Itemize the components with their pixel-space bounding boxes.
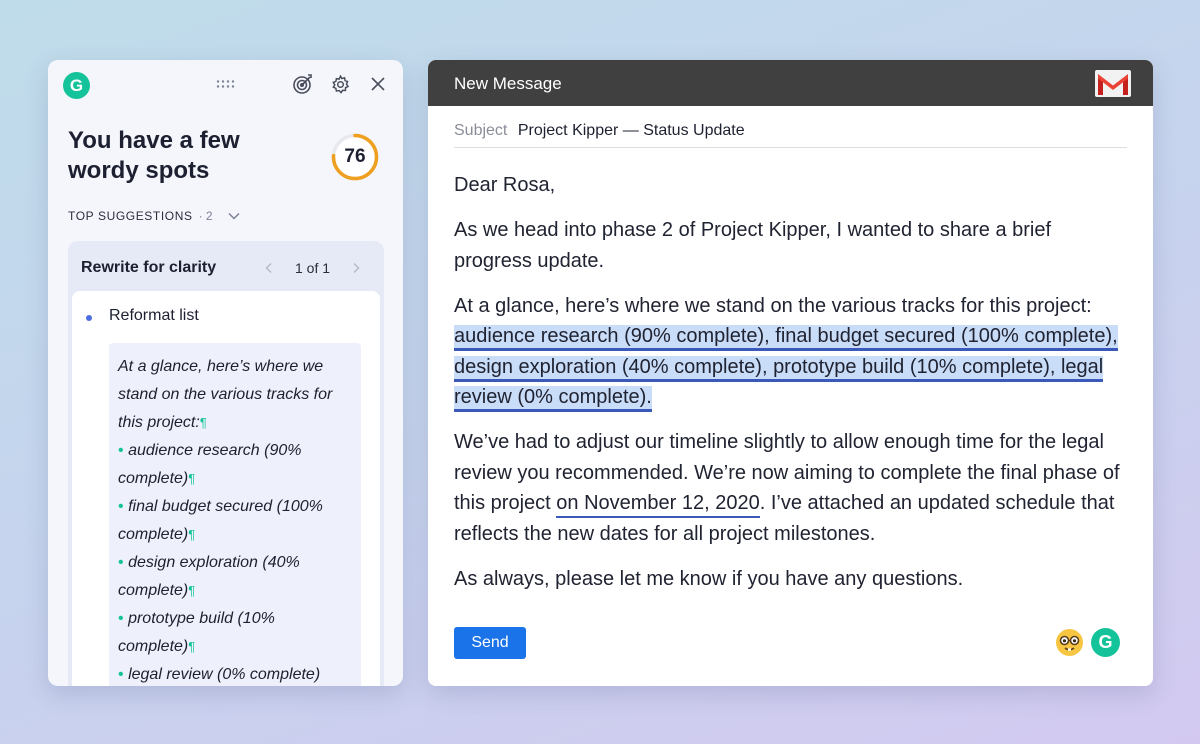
body-paragraph-4: As always, please let me know if you hav… (454, 567, 964, 590)
goals-target-icon[interactable] (291, 72, 315, 96)
preview-item: prototype build (10% complete) (118, 610, 275, 655)
compose-title: New Message (454, 74, 562, 93)
drag-handle-icon[interactable] (216, 79, 236, 89)
list-bullet: • (118, 554, 124, 571)
suggestion-detail: Reformat list At a glance, here’s where … (72, 291, 380, 686)
message-body[interactable]: Dear Rosa, As we head into phase 2 of Pr… (454, 170, 1134, 609)
pilcrow-mark: ¶ (188, 639, 196, 654)
list-bullet: • (118, 610, 124, 627)
subject-divider (454, 147, 1127, 148)
subject-field[interactable]: Subject Project Kipper — Status Update (454, 122, 745, 140)
suggestion-pager: 1 of 1 (263, 259, 362, 277)
overall-score: 76 (344, 146, 366, 167)
close-icon[interactable] (370, 76, 386, 92)
list-bullet: • (118, 666, 124, 683)
gear-icon[interactable] (330, 74, 351, 95)
preview-item: design exploration (40% complete) (118, 554, 300, 599)
chevron-down-icon[interactable] (227, 209, 241, 223)
pilcrow-mark: ¶ (188, 583, 196, 598)
subject-value: Project Kipper — Status Update (517, 122, 745, 139)
pilcrow-mark: ¶ (199, 415, 207, 430)
rewrite-preview[interactable]: At a glance, here’s where we stand on th… (109, 343, 361, 686)
preview-item: final budget secured (100% complete) (118, 498, 323, 543)
reformat-list-label: Reformat list (109, 307, 199, 324)
grammarly-logo-icon[interactable]: G (1091, 628, 1120, 657)
suggestions-count: · 2 (198, 209, 213, 223)
gmail-logo-icon (1095, 70, 1131, 97)
bullet-dot (86, 315, 92, 321)
underlined-date-text[interactable]: on November 12, 2020 (556, 492, 760, 518)
body-paragraph-2: At a glance, here’s where we stand on th… (454, 291, 1134, 413)
subject-label: Subject (454, 122, 508, 139)
grammarly-panel: G You have a few wordy spots 76 TOP SUGG… (48, 60, 403, 686)
send-button[interactable]: Send (454, 627, 526, 659)
preview-item: audience research (90% complete) (118, 442, 302, 487)
pilcrow-mark: ¶ (188, 527, 196, 542)
suggestion-card[interactable]: Rewrite for clarity 1 of 1 Reformat list… (68, 241, 384, 686)
pager-text: 1 of 1 (295, 260, 331, 276)
body-paragraph-3: We’ve had to adjust our timeline slightl… (454, 427, 1134, 549)
suggestion-card-title: Rewrite for clarity (81, 259, 217, 276)
panel-headline: You have a few wordy spots (68, 127, 240, 184)
top-suggestions-label: TOP SUGGESTIONS (68, 209, 193, 223)
compose-window: New Message Subject Project Kipper — Sta… (428, 60, 1153, 686)
chevron-left-icon[interactable] (263, 262, 275, 274)
top-suggestions-toggle[interactable]: TOP SUGGESTIONS · 2 (68, 208, 241, 224)
chevron-right-icon[interactable] (350, 262, 362, 274)
nerd-face-icon[interactable] (1055, 628, 1084, 657)
list-bullet: • (118, 498, 124, 515)
list-bullet: • (118, 442, 124, 459)
body-paragraph-1: As we head into phase 2 of Project Kippe… (454, 219, 1052, 272)
para2-lead: At a glance, here’s where we stand on th… (454, 294, 1092, 317)
pilcrow-mark: ¶ (188, 471, 196, 486)
preview-intro: At a glance, here’s where we stand on th… (118, 358, 333, 431)
compose-header: New Message (428, 60, 1153, 106)
preview-item: legal review (0% complete) (128, 666, 321, 683)
panel-toolbar: G (48, 60, 403, 110)
grammarly-logo-icon: G (63, 72, 90, 99)
highlighted-list-text[interactable]: audience research (90% complete), final … (454, 325, 1118, 412)
greeting: Dear Rosa, (454, 174, 556, 196)
